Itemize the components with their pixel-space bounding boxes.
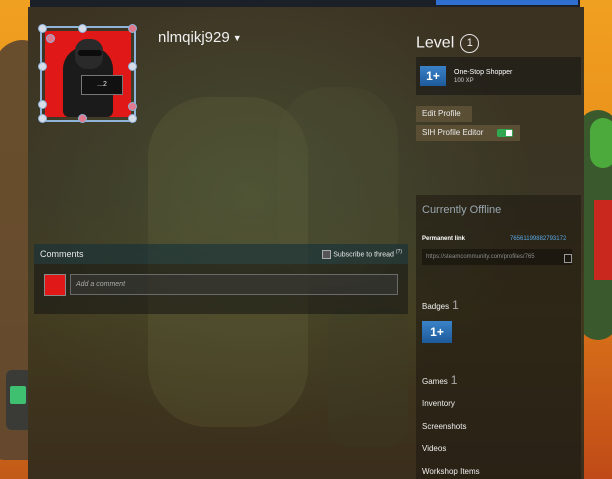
comments-title: Comments [40, 249, 84, 259]
edit-profile-button[interactable]: Edit Profile [416, 106, 472, 122]
copy-icon[interactable] [564, 254, 572, 263]
badges-label: Badges [422, 302, 450, 311]
resize-handle[interactable] [46, 34, 55, 43]
avatar[interactable]: ...2 [38, 24, 137, 123]
background-character-gem [10, 386, 26, 404]
resize-handle[interactable] [38, 114, 47, 123]
screenshots-link[interactable]: Screenshots [422, 422, 466, 431]
badge-icon: 1+ [420, 66, 446, 86]
badge-xp: 100 XP [454, 78, 474, 84]
sih-toggle[interactable] [497, 129, 513, 137]
permanent-link-url[interactable]: https://steamcommunity.com/profiles/765 [422, 249, 572, 265]
resize-handle[interactable] [128, 114, 137, 123]
subscribe-toggle[interactable]: Subscribe to thread (?) [322, 249, 402, 259]
resize-handle[interactable] [128, 62, 137, 71]
comments-body: Add a comment [34, 264, 408, 314]
profile-sidebar: Currently Offline Permanent link 7656119… [416, 195, 581, 479]
comments-header: Comments Subscribe to thread (?) [34, 244, 408, 264]
resize-handle[interactable] [78, 24, 87, 33]
background-figure [328, 307, 408, 447]
avatar-tag: ...2 [81, 75, 123, 95]
resize-handle[interactable] [38, 24, 47, 33]
featured-badge[interactable]: 1+ One-Stop Shopper 100 XP [416, 57, 581, 95]
subscribe-checkbox[interactable] [322, 249, 332, 259]
top-bar-accent [436, 0, 578, 5]
resize-handle[interactable] [38, 62, 47, 71]
comment-input[interactable]: Add a comment [70, 274, 398, 295]
resize-handle[interactable] [128, 24, 137, 33]
sih-profile-editor-label: SIH Profile Editor [422, 128, 484, 137]
videos-link[interactable]: Videos [422, 444, 446, 453]
badge-name: One-Stop Shopper [454, 69, 513, 76]
online-status: Currently Offline [422, 204, 502, 216]
badges-count: 1 [452, 298, 459, 312]
permanent-link-id[interactable]: 76561199882793172 [510, 236, 566, 242]
resize-handle[interactable] [38, 100, 47, 109]
workshop-items-link[interactable]: Workshop Items [422, 467, 480, 476]
toggle-knob [506, 130, 512, 136]
username: nlmqikj929 [158, 29, 230, 46]
games-count: 1 [450, 373, 458, 387]
resize-handle[interactable] [128, 102, 137, 111]
badge-icon[interactable]: 1+ [422, 321, 452, 343]
commenter-avatar [44, 274, 66, 296]
sih-profile-editor-button[interactable]: SIH Profile Editor [416, 125, 520, 141]
resize-handle[interactable] [78, 114, 87, 123]
level-display: Level 1 [416, 34, 480, 53]
profile-page: ...2 nlmqikj929 ▼ Level 1 1+ One-Stop Shop… [28, 7, 584, 479]
level-number: 1 [460, 34, 480, 53]
background-character-right-cloth [594, 200, 612, 280]
username-dropdown[interactable]: nlmqikj929 ▼ [158, 29, 242, 46]
chevron-down-icon: ▼ [232, 33, 242, 44]
background-character-right-head [590, 118, 612, 168]
inventory-link[interactable]: Inventory [422, 399, 455, 408]
badges-section[interactable]: Badges 1 [422, 298, 459, 312]
subscribe-help[interactable]: (?) [396, 249, 402, 255]
permanent-link-label: Permanent link [422, 236, 466, 242]
games-section[interactable]: Games 1 [422, 373, 457, 387]
avatar-image: ...2 [45, 31, 131, 117]
games-label: Games [422, 377, 448, 386]
avatar-glasses [78, 50, 102, 56]
level-label: Level [416, 34, 455, 52]
subscribe-label: Subscribe to thread [333, 251, 394, 259]
